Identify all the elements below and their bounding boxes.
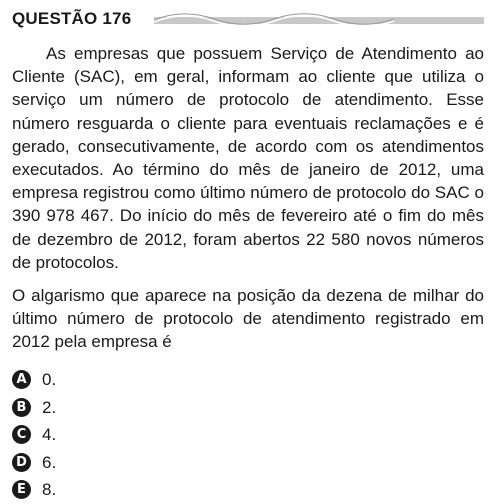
wave-divider	[154, 13, 484, 28]
question-header: QUESTÃO 176	[12, 6, 484, 30]
option-b-badge: B	[12, 397, 31, 417]
question-title: QUESTÃO 176	[12, 8, 132, 28]
option-e-badge: E	[12, 480, 31, 500]
option-c-text: 4.	[42, 425, 57, 445]
option-a[interactable]: A 0.	[12, 366, 484, 394]
option-e[interactable]: E 8.	[12, 476, 484, 504]
option-d-badge: D	[12, 452, 31, 472]
option-e-text: 8.	[42, 480, 57, 500]
option-b-text: 2.	[42, 397, 57, 417]
question-statement: As empresas que possuem Serviço de Atend…	[12, 44, 484, 272]
option-a-text: 0.	[42, 369, 57, 389]
option-c-badge: C	[12, 425, 31, 445]
answer-options: A 0. B 2. C 4. D 6. E 8.	[12, 366, 484, 504]
option-c[interactable]: C 4.	[12, 421, 484, 449]
option-d[interactable]: D 6.	[12, 448, 484, 476]
option-a-badge: A	[12, 369, 31, 389]
question-block: QUESTÃO 176 As empresas que possuem Serv…	[12, 6, 484, 504]
question-prompt: O algarismo que aparece na posição da de…	[12, 286, 484, 352]
option-d-text: 6.	[42, 452, 57, 472]
option-b[interactable]: B 2.	[12, 393, 484, 421]
